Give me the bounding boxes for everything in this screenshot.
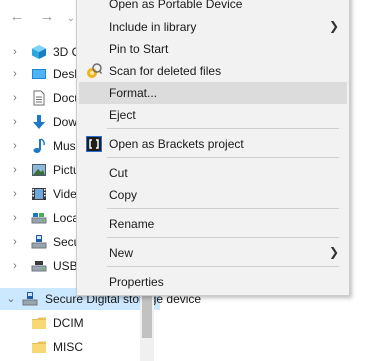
chevron-right-icon[interactable]: ›: [10, 115, 20, 129]
recovery-tool-icon: [87, 63, 102, 78]
scrollbar-thumb[interactable]: [142, 290, 152, 338]
folder-icon: [32, 317, 46, 329]
picture-icon: [32, 164, 46, 176]
sd-drive-icon: [22, 292, 38, 306]
chevron-right-icon: ❯: [328, 245, 339, 259]
tree-item-label: DCIM: [53, 316, 84, 330]
context-menu: Open as Portable Device Include in libra…: [76, 0, 350, 296]
chevron-right-icon[interactable]: ›: [10, 139, 20, 153]
brackets-icon: [86, 136, 102, 152]
menu-item-label: Format...: [109, 86, 158, 100]
chevron-right-icon[interactable]: ›: [10, 67, 20, 81]
menu-item-pin-start[interactable]: Pin to Start: [79, 38, 347, 60]
chevron-right-icon[interactable]: ›: [10, 211, 20, 225]
menu-item-open-portable[interactable]: Open as Portable Device: [79, 0, 347, 15]
tree-item-misc[interactable]: MISC: [0, 336, 160, 358]
menu-separator: [107, 128, 339, 129]
cube-icon: [32, 45, 46, 59]
film-icon: [32, 188, 46, 200]
menu-item-format[interactable]: Format...: [79, 82, 347, 104]
menu-item-label: Cut: [109, 166, 128, 180]
menu-item-new[interactable]: New ❯: [79, 242, 347, 264]
document-icon: [33, 90, 45, 106]
menu-item-open-brackets[interactable]: Open as Brackets project: [79, 133, 347, 155]
desktop-icon: [32, 69, 46, 79]
menu-separator: [107, 157, 339, 158]
chevron-right-icon[interactable]: ›: [10, 235, 20, 249]
menu-item-label: Open as Brackets project: [109, 137, 244, 151]
chevron-right-icon[interactable]: ›: [10, 163, 20, 177]
menu-item-label: Open as Portable Device: [109, 0, 243, 11]
menu-item-label: Scan for deleted files: [109, 64, 222, 78]
tree-item-dcim[interactable]: DCIM: [0, 312, 160, 334]
menu-separator: [107, 266, 339, 267]
menu-separator: [107, 237, 339, 238]
chevron-right-icon: ❯: [328, 19, 339, 33]
menu-separator: [107, 208, 339, 209]
menu-item-label: Copy: [109, 188, 138, 202]
chevron-down-icon[interactable]: ⌄: [6, 292, 16, 306]
tree-item-label: MISC: [53, 340, 83, 354]
menu-item-eject[interactable]: Eject: [79, 104, 347, 126]
drive-icon: [31, 213, 47, 224]
chevron-right-icon[interactable]: ›: [10, 45, 20, 59]
menu-item-label: Include in library: [109, 20, 197, 34]
menu-item-cut[interactable]: Cut: [79, 162, 347, 184]
menu-item-label: Eject: [109, 108, 136, 122]
arrow-right-icon[interactable]: →: [38, 8, 56, 26]
menu-item-label: Properties: [109, 275, 164, 289]
menu-item-label: New: [109, 246, 134, 260]
folder-icon: [32, 341, 46, 353]
menu-item-include-library[interactable]: Include in library ❯: [79, 16, 347, 38]
chevron-right-icon[interactable]: ›: [10, 259, 20, 273]
menu-item-label: Rename: [109, 217, 155, 231]
menu-item-copy[interactable]: Copy: [79, 184, 347, 206]
arrow-left-icon[interactable]: ←: [8, 8, 26, 26]
menu-item-rename[interactable]: Rename: [79, 213, 347, 235]
menu-item-label: Pin to Start: [109, 42, 169, 56]
chevron-right-icon[interactable]: ›: [10, 91, 20, 105]
sd-drive-icon: [31, 235, 47, 249]
menu-item-scan-deleted[interactable]: Scan for deleted files: [79, 60, 347, 82]
music-note-icon: [33, 138, 45, 153]
navigation-scrollbar[interactable]: [140, 290, 154, 361]
usb-drive-icon: [31, 261, 47, 272]
download-arrow-icon: [33, 115, 45, 129]
chevron-right-icon[interactable]: ›: [10, 187, 20, 201]
menu-item-properties[interactable]: Properties: [79, 271, 347, 293]
